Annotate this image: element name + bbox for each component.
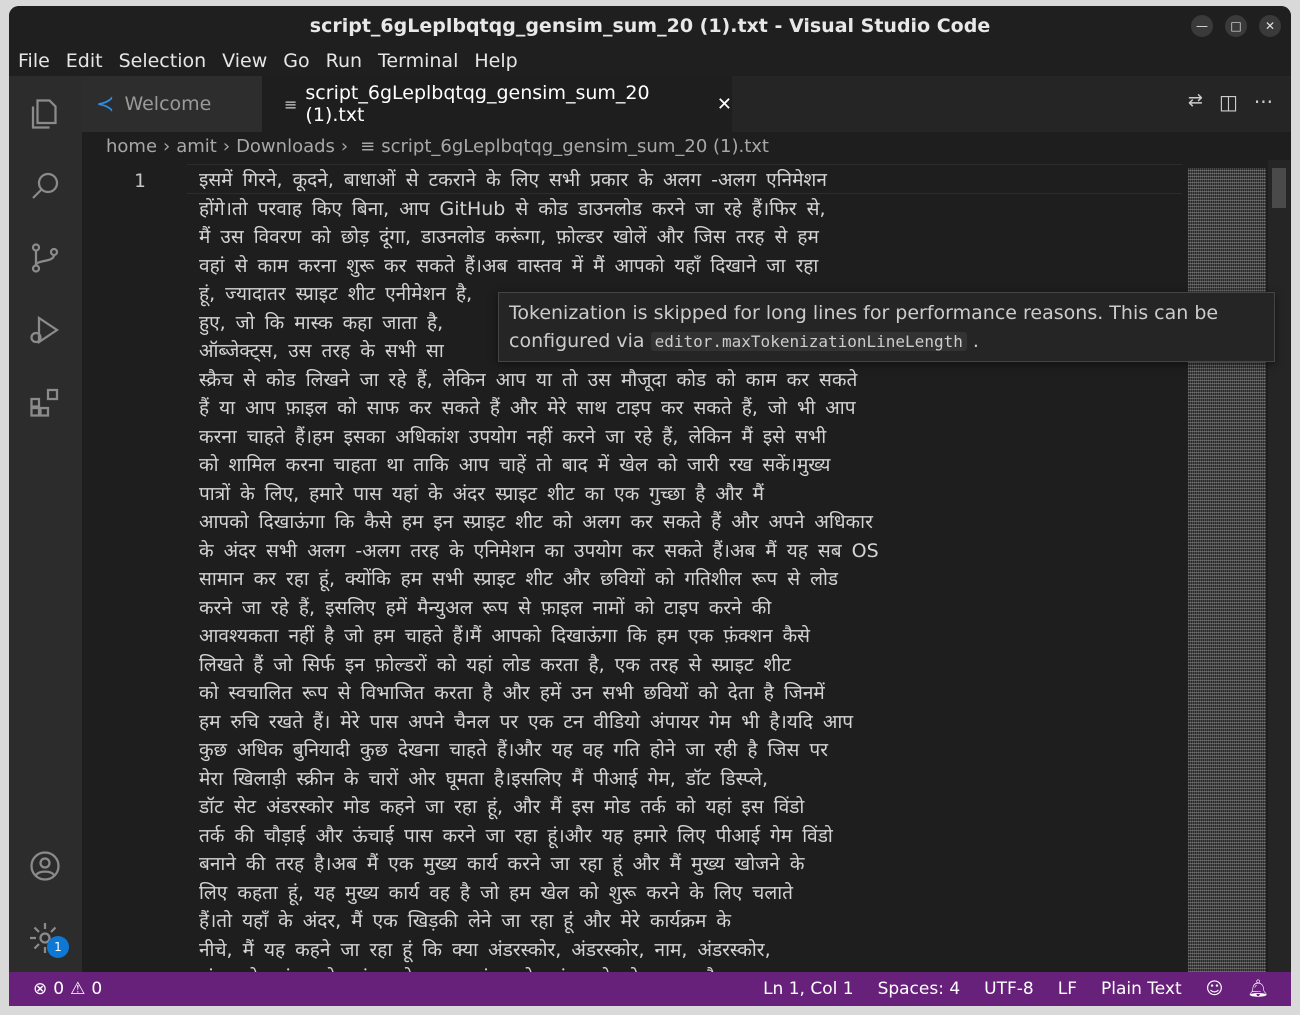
hover-text-end: .	[972, 330, 979, 352]
chevron-right-icon: ›	[340, 135, 349, 157]
scrollbar-thumb[interactable]	[1272, 168, 1286, 208]
code-line[interactable]: इसमें गिरने, कूदने, बाधाओं से टकराने के …	[199, 166, 1199, 195]
language-mode[interactable]: Plain Text	[1101, 979, 1182, 999]
code-line[interactable]: बनाने की तरह है।अब मैं एक मुख्य कार्य कर…	[199, 850, 1199, 879]
breadcrumb: home › amit › Downloads › ≡ script_6gLep…	[82, 132, 1291, 160]
close-window-button[interactable]: ✕	[1259, 15, 1281, 37]
code-line[interactable]: हैं या आप फ़ाइल को साफ कर सकते हैं और मे…	[199, 394, 1199, 423]
search-icon[interactable]	[25, 166, 65, 206]
menu-view[interactable]: View	[214, 50, 275, 72]
text-file-icon: ≡	[284, 94, 298, 114]
code-line[interactable]: कुछ अधिक बुनियादी कुछ देखना चाहते हैं।और…	[199, 736, 1199, 765]
status-bar: ⊗ 0 ⚠ 0 Ln 1, Col 1 Spaces: 4 UTF-8 LF P…	[9, 972, 1291, 1006]
code-line[interactable]: वहां से काम करना शुरू कर सकते हैं।अब वास…	[199, 252, 1199, 281]
indentation[interactable]: Spaces: 4	[878, 979, 961, 999]
tokenization-hover-tooltip: Tokenization is skipped for long lines f…	[498, 292, 1275, 362]
editor-area[interactable]: 1 इसमें गिरने, कूदने, बाधाओं से टकराने क…	[82, 160, 1291, 972]
vscode-window: script_6gLeplbqtqg_gensim_sum_20 (1).txt…	[9, 6, 1291, 1006]
code-line[interactable]: हैं।तो यहाँ के अंदर, मैं एक खिड़की लेने …	[199, 907, 1199, 936]
code-line[interactable]: पात्रों के लिए, हमारे पास यहां के अंदर स…	[199, 480, 1199, 509]
split-editor-icon[interactable]: ◫	[1219, 90, 1238, 114]
code-line[interactable]: आपको दिखाऊंगा कि कैसे हम इन स्प्राइट शीट…	[199, 508, 1199, 537]
code-line[interactable]: मैं उस विवरण को छोड़ दूंगा, डाउनलोड करूं…	[199, 223, 1199, 252]
tab-welcome-label: Welcome	[124, 93, 212, 115]
code-line[interactable]: करने जा रहे हैं, इसलिए हमें मैन्युअल रूप…	[199, 594, 1199, 623]
code-line[interactable]: डॉट सेट अंडरस्कोर मोड कहने जा रहा हूं, औ…	[199, 793, 1199, 822]
chevron-right-icon: ›	[222, 135, 231, 157]
menu-terminal[interactable]: Terminal	[370, 50, 466, 72]
tab-script-file[interactable]: ≡ script_6gLeplbqtqg_gensim_sum_20 (1).t…	[262, 76, 732, 132]
code-line[interactable]: होंगे।तो परवाह किए बिना, आप GitHub से को…	[199, 195, 1199, 224]
notification-badge: 1	[47, 936, 69, 958]
editor-actions: ⇄ ◫ ···	[1188, 90, 1273, 114]
menu-edit[interactable]: Edit	[58, 50, 111, 72]
menu-bar: File Edit Selection View Go Run Terminal…	[9, 46, 1291, 76]
menu-run[interactable]: Run	[318, 50, 370, 72]
explorer-icon[interactable]	[25, 94, 65, 134]
hover-setting-name: editor.maxTokenizationLineLength	[650, 332, 967, 351]
breadcrumb-home[interactable]: home	[106, 136, 157, 157]
minimap[interactable]	[1188, 168, 1266, 972]
code-line[interactable]: मेरा खिलाड़ी स्क्रीन के चारों ओर घूमता ह…	[199, 765, 1199, 794]
run-debug-icon[interactable]	[25, 310, 65, 350]
activity-bar	[9, 76, 82, 972]
more-actions-icon[interactable]: ···	[1254, 90, 1273, 114]
accounts-icon[interactable]	[25, 846, 65, 886]
menu-go[interactable]: Go	[275, 50, 317, 72]
code-line[interactable]: हम रुचि रखते हैं। मेरे पास अपने चैनल पर …	[199, 708, 1199, 737]
code-line[interactable]: नीचे, मैं यह कहने जा रहा हूं कि क्या अंड…	[199, 936, 1199, 965]
breadcrumb-downloads[interactable]: Downloads	[236, 136, 335, 157]
maximize-button[interactable]: □	[1225, 15, 1247, 37]
code-line[interactable]: सामान कर रहा हूं, क्योंकि हम सभी स्प्राइ…	[199, 565, 1199, 594]
code-line[interactable]: करना चाहते हैं।हम इसका अधिकांश उपयोग नही…	[199, 423, 1199, 452]
code-line[interactable]: लिखते हैं जो सिर्फ इन फ़ोल्डरों को यहां …	[199, 651, 1199, 680]
code-content[interactable]: इसमें गिरने, कूदने, बाधाओं से टकराने के …	[199, 166, 1199, 972]
tab-welcome[interactable]: ≺ Welcome	[82, 76, 262, 132]
menu-selection[interactable]: Selection	[111, 50, 215, 72]
text-file-icon: ≡	[360, 135, 376, 157]
code-line[interactable]: के अंदर सभी अलग -अलग तरह के एनिमेशन का उ…	[199, 537, 1199, 566]
code-line[interactable]: को स्वचालित रूप से विभाजित करता है और हम…	[199, 679, 1199, 708]
menu-file[interactable]: File	[9, 50, 58, 72]
problems-indicator[interactable]: ⊗ 0 ⚠ 0	[33, 979, 102, 999]
code-line[interactable]: स्क्रैच से कोड लिखने जा रहे हैं, लेकिन आ…	[199, 366, 1199, 395]
vscode-logo-icon: ≺	[96, 91, 115, 117]
status-right: Ln 1, Col 1 Spaces: 4 UTF-8 LF Plain Tex…	[763, 979, 1269, 999]
code-line[interactable]: आवश्यकता नहीं है जो हम चाहते हैं।मैं आपक…	[199, 622, 1199, 651]
minimize-button[interactable]: —	[1191, 15, 1213, 37]
breadcrumb-amit[interactable]: amit	[176, 136, 217, 157]
line-number: 1	[134, 170, 146, 192]
end-of-line[interactable]: LF	[1058, 979, 1077, 999]
gutter: 1	[82, 160, 187, 972]
window-title: script_6gLeplbqtqg_gensim_sum_20 (1).txt…	[309, 15, 991, 37]
warning-icon: ⚠	[70, 979, 86, 999]
tab-script-label: script_6gLeplbqtqg_gensim_sum_20 (1).txt	[305, 82, 650, 126]
tab-bar: ≺ Welcome ≡ script_6gLeplbqtqg_gensim_su…	[82, 76, 1291, 132]
window-controls: — □ ✕	[1191, 15, 1281, 37]
code-line[interactable]: तर्क की चौड़ाई और ऊंचाई पास करने जा रहा …	[199, 822, 1199, 851]
code-line[interactable]: अंडरस्कोर अंडरस्कोर अंडरस्कोर मुख्य अंडर…	[199, 964, 1199, 972]
chevron-right-icon: ›	[163, 135, 171, 157]
cursor-position[interactable]: Ln 1, Col 1	[763, 979, 854, 999]
bell-icon[interactable]: 🔔︎	[1247, 979, 1269, 999]
close-tab-icon[interactable]: ✕	[717, 94, 732, 115]
error-count: 0	[53, 979, 65, 999]
breadcrumb-file[interactable]: script_6gLeplbqtqg_gensim_sum_20 (1).txt	[381, 136, 769, 157]
warning-count: 0	[91, 979, 103, 999]
code-line[interactable]: को शामिल करना चाहता था ताकि आप चाहें तो …	[199, 451, 1199, 480]
source-control-icon[interactable]	[25, 238, 65, 278]
translate-icon[interactable]: ⇄	[1188, 90, 1203, 114]
menu-help[interactable]: Help	[466, 50, 525, 72]
vertical-scrollbar[interactable]	[1268, 160, 1291, 972]
error-icon: ⊗	[33, 979, 48, 999]
encoding[interactable]: UTF-8	[984, 979, 1034, 999]
feedback-icon[interactable]: ☺	[1206, 979, 1224, 999]
code-line[interactable]: लिए कहता हूं, यह मुख्य कार्य वह है जो हम…	[199, 879, 1199, 908]
extensions-icon[interactable]	[25, 382, 65, 422]
title-bar: script_6gLeplbqtqg_gensim_sum_20 (1).txt…	[9, 6, 1291, 46]
